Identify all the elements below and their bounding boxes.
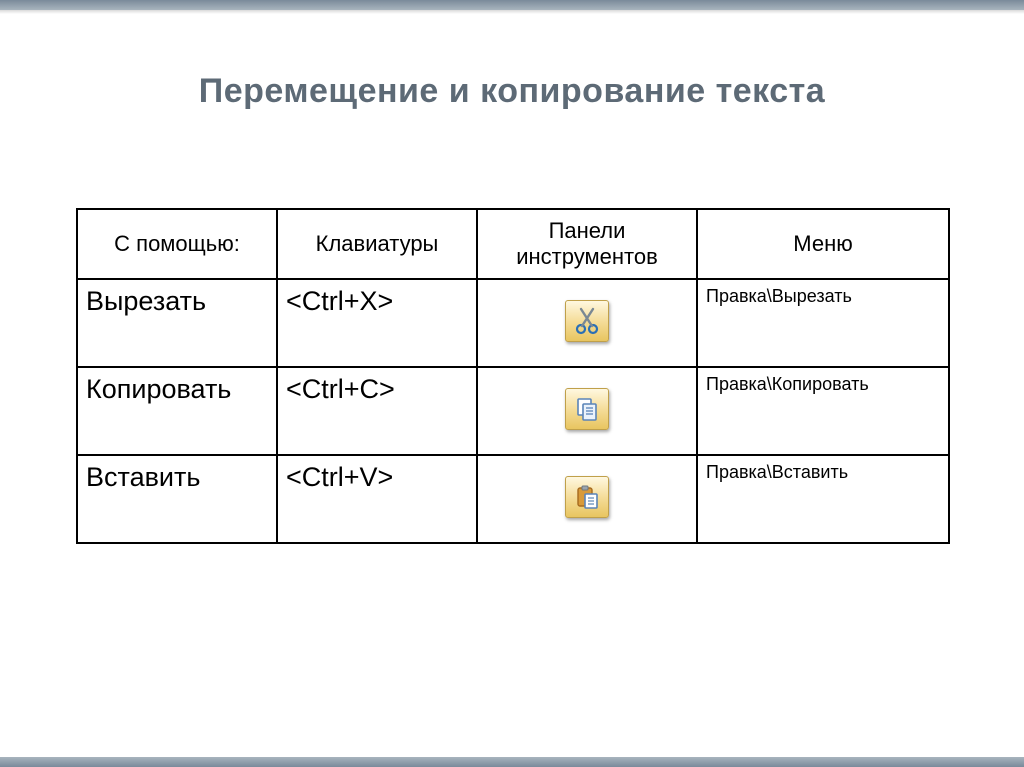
header-with: С помощью: [77,209,277,279]
paste-toolbar-button [565,476,609,518]
shortcuts-table-container: С помощью: Клавиатуры Панели инструменто… [76,208,948,544]
header-keyboard: Клавиатуры [277,209,477,279]
toolbar-icon-cell [477,279,697,367]
cut-icon [573,307,601,335]
shortcuts-table: С помощью: Клавиатуры Панели инструменто… [76,208,950,544]
table-row: Копировать <Ctrl+C> Правка\Копировать [77,367,949,455]
shortcut-cell: <Ctrl+V> [277,455,477,543]
table-row: Вставить <Ctrl+V> Правка\Вставить [77,455,949,543]
cut-toolbar-button [565,300,609,342]
top-border-shadow [0,10,1024,14]
shortcut-cell: <Ctrl+X> [277,279,477,367]
action-cell: Копировать [77,367,277,455]
bottom-border-bar [0,757,1024,767]
top-border-bar [0,0,1024,10]
action-cell: Вставить [77,455,277,543]
page-title: Перемещение и копирование текста [0,72,1024,111]
menu-cell: Правка\Вставить [697,455,949,543]
menu-cell: Правка\Копировать [697,367,949,455]
header-menu: Меню [697,209,949,279]
toolbar-icon-cell [477,367,697,455]
header-toolbar: Панели инструментов [477,209,697,279]
copy-toolbar-button [565,388,609,430]
copy-icon [573,395,601,423]
table-row: Вырезать <Ctrl+X> Правка\Вырезать [77,279,949,367]
action-cell: Вырезать [77,279,277,367]
table-header-row: С помощью: Клавиатуры Панели инструменто… [77,209,949,279]
paste-icon [573,483,601,511]
shortcut-cell: <Ctrl+C> [277,367,477,455]
menu-cell: Правка\Вырезать [697,279,949,367]
toolbar-icon-cell [477,455,697,543]
